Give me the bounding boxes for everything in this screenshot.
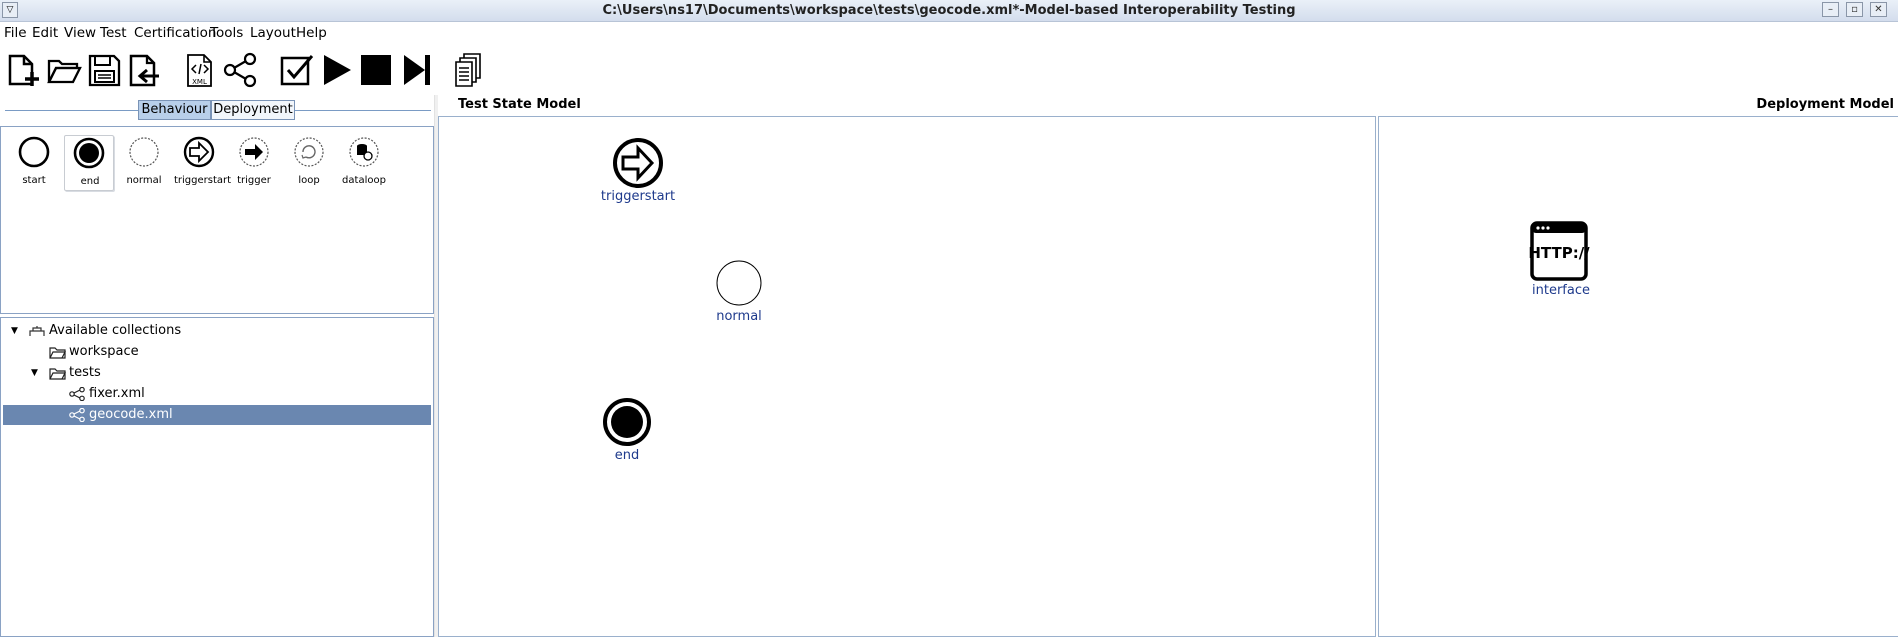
tab-deployment[interactable]: Deployment [211, 100, 295, 120]
model-file-icon [69, 408, 85, 422]
tab-behaviour[interactable]: Behaviour [138, 100, 211, 120]
palette-label: triggerstart [174, 175, 232, 186]
http-icon-text: HTTP:// [1529, 244, 1590, 262]
menu-layout[interactable]: Layout [250, 25, 296, 41]
end-node-label: end [614, 448, 640, 463]
new-file-icon[interactable] [4, 50, 44, 90]
triggerstart-node-label: triggerstart [600, 189, 676, 204]
step-icon[interactable] [396, 50, 436, 90]
test-state-model-title: Test State Model [458, 97, 581, 112]
documents-icon[interactable] [448, 50, 488, 90]
graph-icon[interactable] [220, 50, 260, 90]
minimize-icon[interactable]: – [1822, 2, 1839, 17]
xml-icon[interactable]: XML [180, 50, 220, 90]
end-node-icon[interactable] [601, 396, 653, 448]
palette-label: loop [298, 175, 320, 186]
xml-icon-label: XML [192, 78, 207, 86]
save-icon[interactable] [84, 50, 124, 90]
tree-label: workspace [69, 344, 139, 359]
palette-item-loop[interactable]: loop [284, 135, 334, 191]
palette-label: start [22, 175, 46, 186]
close-icon[interactable]: ✕ [1870, 2, 1887, 17]
tree-item-geocode[interactable]: geocode.xml [3, 405, 431, 425]
menu-file[interactable]: File [4, 25, 27, 41]
menu-certification[interactable]: Certification [134, 25, 216, 41]
palette-label: dataloop [342, 175, 386, 186]
maximize-icon[interactable]: ▫ [1846, 2, 1863, 17]
triggerstart-icon [183, 136, 215, 168]
menu-help[interactable]: Help [296, 25, 327, 41]
folder-icon [49, 347, 66, 359]
menu-bar: File Edit View Test Certification Tools … [0, 24, 430, 44]
palette-item-trigger[interactable]: trigger [229, 135, 279, 191]
title-bar: ▽ C:\Users\ns17\Documents\workspace\test… [0, 0, 1898, 22]
tree-label: geocode.xml [89, 407, 173, 422]
http-interface-icon[interactable]: HTTP:// [1529, 220, 1593, 282]
test-state-model-canvas[interactable]: triggerstart normal end [438, 116, 1376, 637]
palette-item-start[interactable]: start [9, 135, 59, 191]
interface-node-label: interface [1532, 283, 1590, 298]
palette-item-end[interactable]: end [64, 135, 114, 191]
palette-label: end [80, 176, 100, 187]
triggerstart-node-icon[interactable] [612, 137, 664, 189]
tree-label: Available collections [49, 323, 182, 338]
validate-icon[interactable] [276, 50, 316, 90]
end-icon [73, 137, 105, 169]
loop-icon [294, 137, 324, 167]
collections-icon [29, 326, 45, 336]
normal-node-icon[interactable] [713, 257, 765, 309]
tree-item-fixer[interactable]: fixer.xml [3, 384, 431, 404]
tree-label: fixer.xml [89, 386, 145, 401]
menu-edit[interactable]: Edit [32, 25, 58, 41]
tree-label: tests [69, 365, 101, 380]
model-file-icon [69, 387, 85, 401]
window-title: C:\Users\ns17\Documents\workspace\tests\… [602, 3, 1296, 18]
dataloop-icon [349, 137, 379, 167]
menu-test[interactable]: Test [100, 25, 127, 41]
tree-item-tests[interactable]: ▼ tests [3, 363, 431, 383]
folder-icon [49, 368, 66, 380]
expand-icon[interactable]: ▼ [11, 321, 18, 341]
normal-node-label: normal [716, 309, 762, 324]
tree-root[interactable]: ▼ Available collections [3, 321, 431, 341]
normal-icon [129, 137, 159, 167]
trigger-icon [239, 137, 269, 167]
play-icon[interactable] [316, 50, 356, 90]
deployment-model-title: Deployment Model [1756, 97, 1894, 112]
palette-label: trigger [237, 175, 271, 186]
tree-item-workspace[interactable]: workspace [3, 342, 431, 362]
collections-tree: ▼ Available collections workspace ▼ test… [0, 317, 434, 637]
expand-icon[interactable]: ▼ [31, 363, 38, 383]
palette-label: normal [126, 175, 162, 186]
open-folder-icon[interactable] [44, 50, 84, 90]
menu-view[interactable]: View [64, 25, 96, 41]
node-palette: start end normal triggerstart trigger lo… [0, 126, 434, 314]
start-icon [18, 136, 50, 168]
menu-tools[interactable]: Tools [210, 25, 243, 41]
stop-icon[interactable] [356, 50, 396, 90]
palette-item-normal[interactable]: normal [119, 135, 169, 191]
deployment-model-canvas[interactable]: HTTP:// interface [1378, 116, 1898, 637]
palette-item-dataloop[interactable]: dataloop [339, 135, 389, 191]
import-icon[interactable] [124, 50, 164, 90]
palette-item-triggerstart[interactable]: triggerstart [174, 135, 232, 191]
